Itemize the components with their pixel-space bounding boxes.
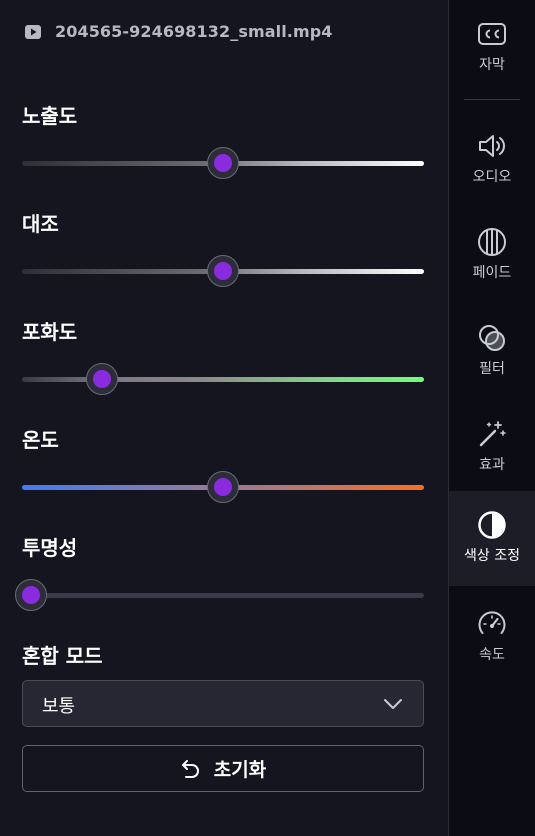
sidebar-item-audio[interactable]: 오디오 (449, 112, 535, 208)
opacity-slider-thumb[interactable] (15, 579, 47, 611)
blend-mode-value: 보통 (42, 696, 76, 717)
color-adjust-window: 204565-924698132_small.mp4 노출도 대조 포화도 온도… (0, 0, 535, 836)
speaker-icon (479, 135, 505, 157)
contrast-slider-thumb[interactable] (207, 255, 239, 287)
sidebar-item-label: 효과 (479, 457, 505, 473)
contrast-icon (478, 511, 506, 539)
sidebar-item-subtitles[interactable]: 자막 (449, 0, 535, 96)
saturation-slider-thumb[interactable] (86, 363, 118, 395)
saturation-slider-track[interactable] (22, 377, 424, 382)
sidebar-item-label: 페이드 (472, 265, 512, 281)
tool-sidebar: 자막 오디오 페이드 필터 효과 색상 조정 속도 (449, 0, 535, 836)
chevron-down-icon (384, 699, 402, 709)
opacity-slider-track[interactable] (22, 593, 424, 598)
saturation-label: 포화도 (22, 320, 78, 344)
sidebar-item-fade[interactable]: 페이드 (449, 208, 535, 304)
undo-icon (181, 759, 199, 778)
blend-mode-select[interactable]: 보통 (22, 680, 424, 727)
sidebar-item-speed[interactable]: 속도 (449, 590, 535, 686)
reset-button[interactable]: 초기화 (22, 745, 424, 792)
sidebar-item-label: 속도 (479, 647, 505, 663)
reset-label: 초기화 (213, 759, 267, 781)
sidebar-item-effects[interactable]: 효과 (449, 400, 535, 496)
blend-mode-label: 혼합 모드 (22, 644, 103, 668)
slider-thumb-dot (214, 478, 232, 496)
file-name: 204565-924698132_small.mp4 (55, 22, 333, 41)
slider-thumb-dot (93, 370, 111, 388)
slider-thumb-dot (214, 262, 232, 280)
magic-wand-icon (479, 421, 506, 447)
video-file-icon (25, 24, 41, 39)
sidebar-item-label: 자막 (479, 57, 505, 73)
slider-thumb-dot (22, 586, 40, 604)
sidebar-item-label: 색상 조정 (464, 548, 520, 564)
color-adjust-panel: 204565-924698132_small.mp4 노출도 대조 포화도 온도… (0, 0, 448, 836)
temperature-label: 온도 (22, 428, 59, 452)
exposure-label: 노출도 (22, 104, 78, 128)
sidebar-item-filter[interactable]: 필터 (449, 304, 535, 400)
contrast-label: 대조 (22, 212, 59, 236)
sidebar-item-label: 오디오 (472, 169, 512, 185)
slider-thumb-dot (214, 154, 232, 172)
temperature-slider-thumb[interactable] (207, 471, 239, 503)
file-header: 204565-924698132_small.mp4 (24, 22, 333, 41)
sidebar-item-label: 필터 (479, 361, 505, 377)
opacity-label: 투명성 (22, 536, 78, 560)
sidebar-item-color-adjust[interactable]: 색상 조정 (449, 491, 535, 586)
fade-icon (478, 228, 506, 256)
speedometer-icon (478, 611, 506, 634)
cc-icon (478, 23, 506, 45)
filter-icon (479, 325, 505, 351)
exposure-slider-thumb[interactable] (207, 147, 239, 179)
sidebar-divider (464, 99, 520, 100)
